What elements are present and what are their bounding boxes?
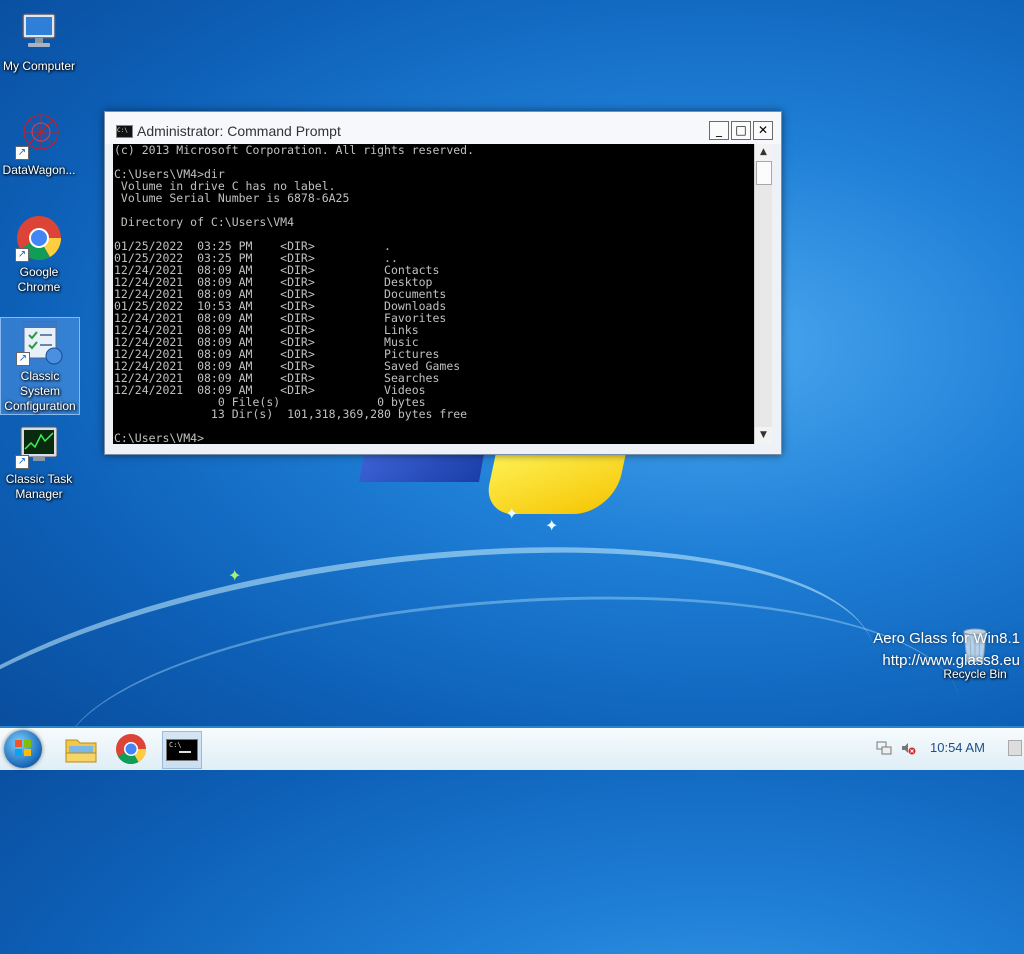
cmd-icon: C:\ (116, 125, 133, 138)
desktop-icon-classic-task-manager[interactable]: ↗ Classic Task Manager (0, 421, 78, 502)
system-configuration-icon: ↗ (16, 318, 64, 366)
taskbar: C:\ 10:54 AM (0, 726, 1024, 770)
desktop-icon-label: DataWagon... (2, 163, 76, 177)
watermark-line: Aero Glass for Win8.1 (873, 630, 1020, 647)
desktop-icon-google-chrome[interactable]: ↗ Google Chrome (0, 214, 78, 295)
taskbar-google-chrome[interactable] (112, 731, 150, 767)
shortcut-arrow-icon: ↗ (16, 352, 30, 366)
volume-muted-icon[interactable] (900, 740, 916, 756)
desktop-icon-my-computer[interactable]: My Computer (0, 8, 78, 74)
chrome-icon: ↗ (15, 214, 63, 262)
scroll-up-button[interactable]: ▲ (755, 144, 772, 161)
network-icon[interactable] (876, 740, 892, 756)
computer-icon (15, 8, 63, 56)
aero-glass-watermark: Aero Glass for Win8.1 http://www.glass8.… (873, 628, 1020, 672)
desktop-icon-label: Google Chrome (17, 265, 61, 294)
datawagon-icon: ↗ (15, 112, 63, 160)
window-title: Administrator: Command Prompt (137, 123, 341, 139)
wallpaper-sparkle: ✦ (505, 504, 519, 523)
minimize-button[interactable]: _ (709, 121, 729, 140)
windows-logo-icon (15, 740, 31, 756)
show-desktop-button[interactable] (1008, 740, 1022, 756)
scroll-down-button[interactable]: ▼ (755, 427, 772, 444)
vertical-scrollbar[interactable]: ▲ ▼ (754, 144, 772, 444)
desktop-icon-label: Classic Task Manager (5, 472, 73, 501)
wallpaper-sparkle: ✦ (228, 566, 242, 585)
scrollbar-thumb[interactable] (756, 161, 772, 185)
cursor-mark (179, 751, 191, 753)
folder-icon (65, 739, 97, 763)
maximize-button[interactable]: □ (731, 121, 751, 140)
cmd-icon: C:\ (166, 739, 198, 761)
command-prompt-window[interactable]: C:\ Administrator: Command Prompt _ □ ✕ … (104, 111, 782, 455)
start-button[interactable] (4, 730, 42, 768)
taskbar-clock[interactable]: 10:54 AM (930, 740, 985, 755)
console-output[interactable]: (c) 2013 Microsoft Corporation. All righ… (113, 144, 754, 444)
task-manager-icon: ↗ (15, 421, 63, 469)
console-text: (c) 2013 Microsoft Corporation. All righ… (114, 144, 475, 444)
desktop-icon-label: My Computer (2, 59, 76, 73)
wallpaper-sparkle: ✦ (545, 516, 559, 535)
cmd-icon-text: C:\ (169, 741, 182, 749)
window-titlebar[interactable]: C:\ Administrator: Command Prompt _ □ ✕ (105, 112, 781, 144)
chrome-icon (116, 734, 146, 765)
watermark-url: http://www.glass8.eu (882, 652, 1020, 669)
shortcut-arrow-icon: ↗ (15, 146, 29, 160)
taskbar-file-explorer[interactable] (62, 731, 100, 767)
shortcut-arrow-icon: ↗ (15, 455, 29, 469)
desktop-icon-classic-system-configuration[interactable]: ↗ Classic System Configuration (0, 317, 80, 415)
desktop-icon-label: Classic System Configuration (4, 369, 76, 413)
taskbar-command-prompt[interactable]: C:\ (162, 731, 202, 769)
desktop-icon-datawagon[interactable]: ↗ DataWagon... (0, 112, 78, 178)
close-button[interactable]: ✕ (753, 121, 773, 140)
shortcut-arrow-icon: ↗ (15, 248, 29, 262)
